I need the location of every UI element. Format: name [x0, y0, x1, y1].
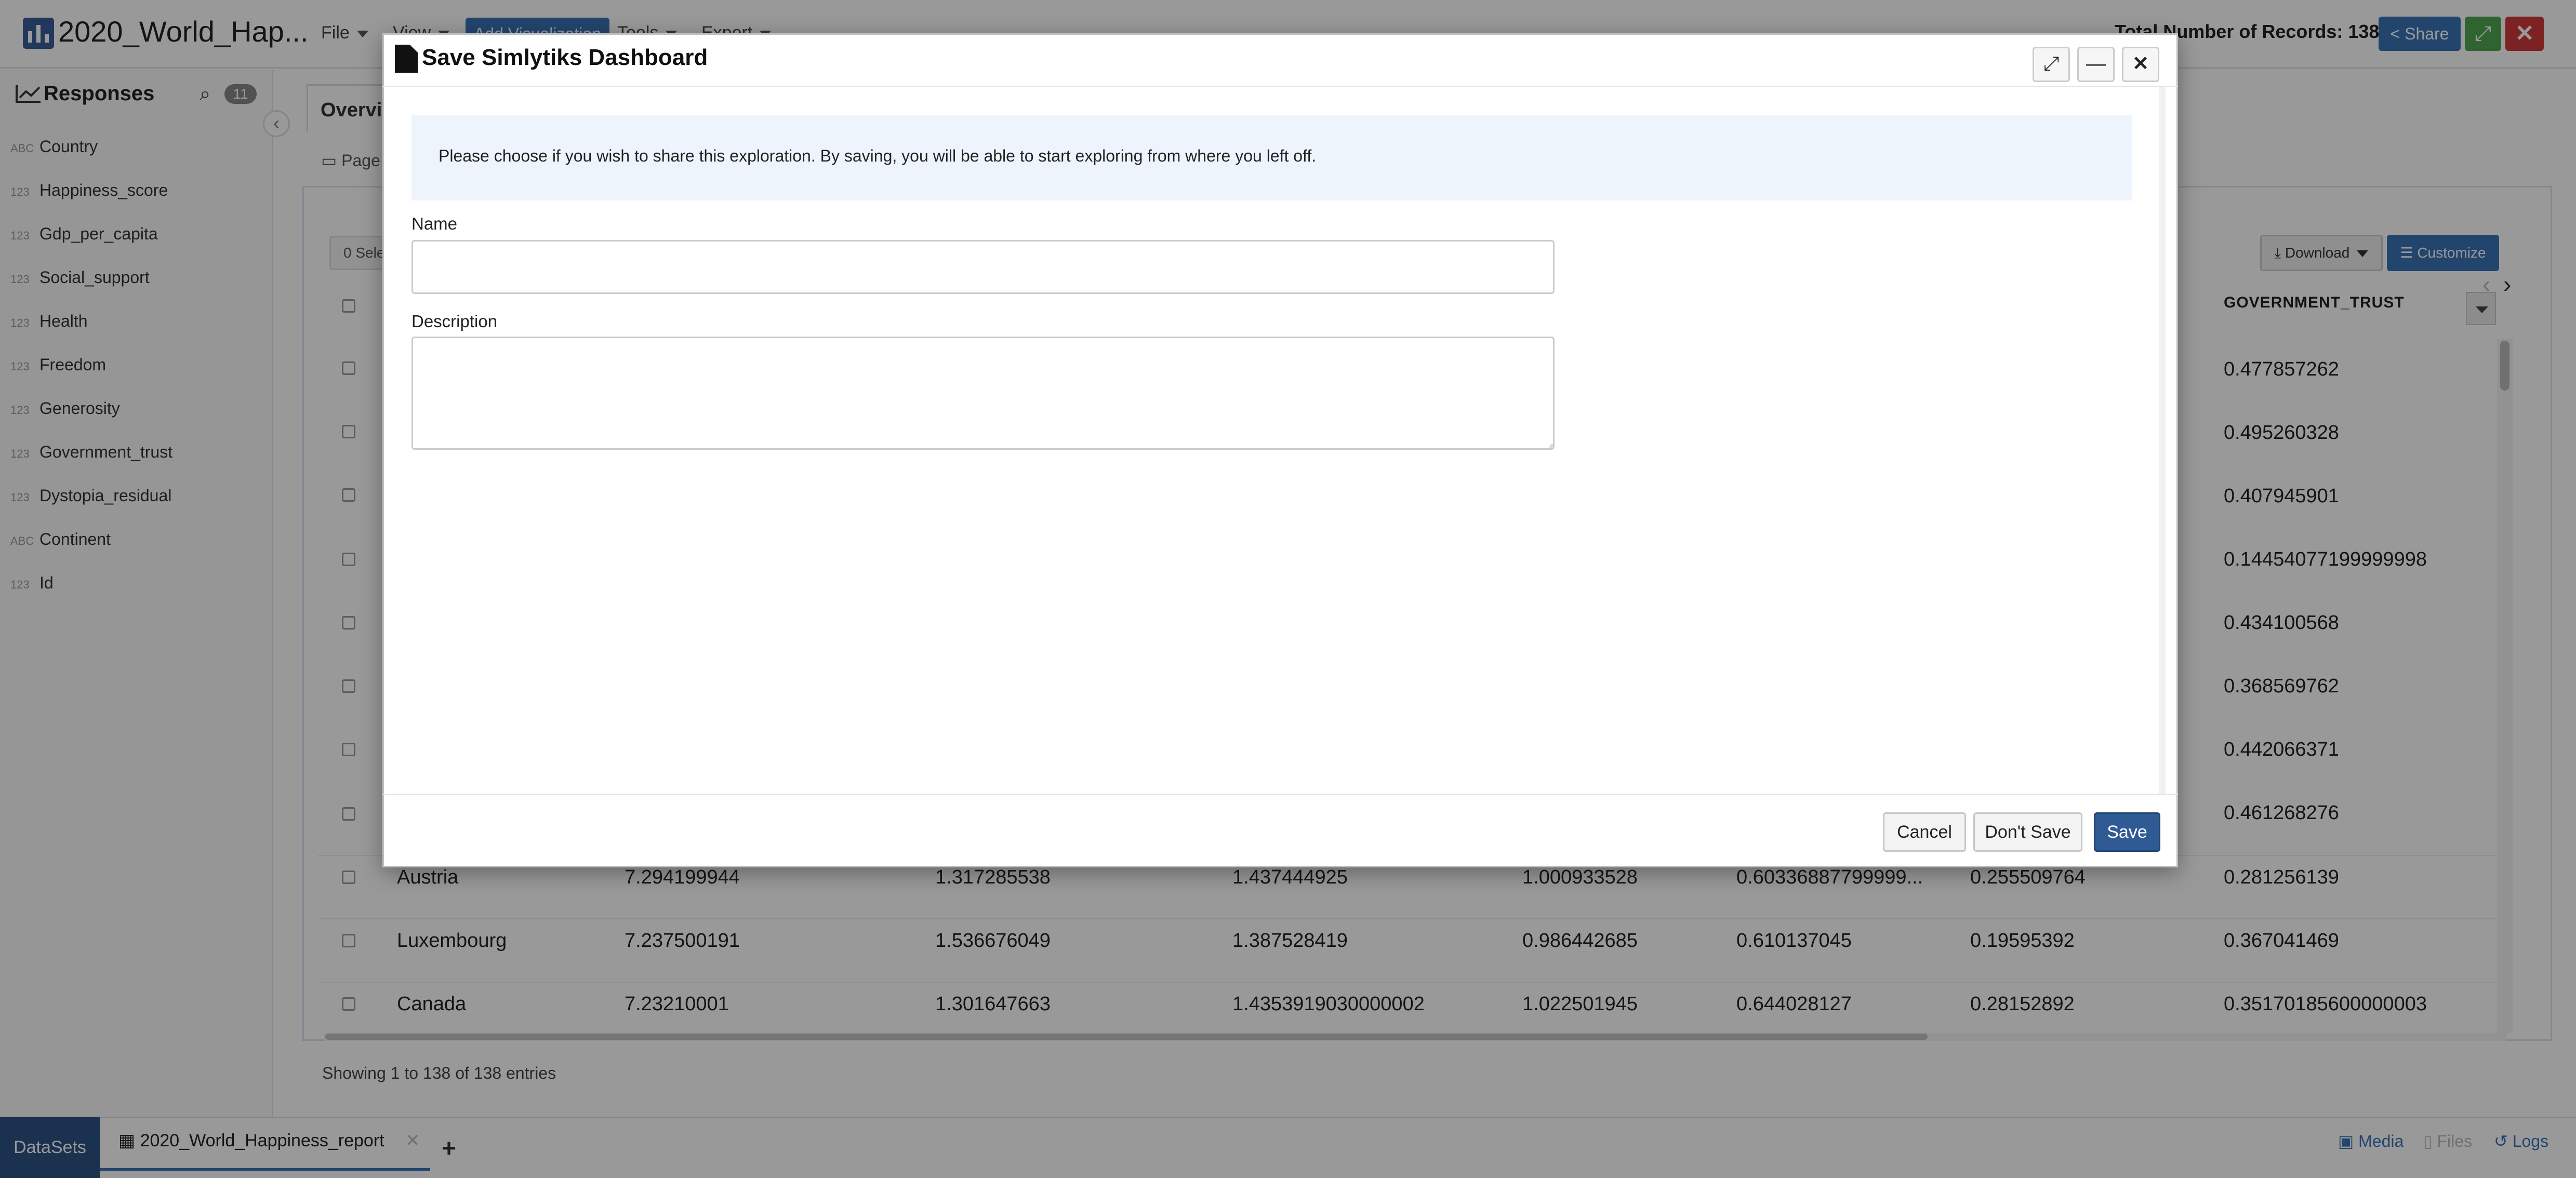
save-button[interactable]: Save	[2094, 812, 2160, 852]
info-text: Please choose if you wish to share this …	[439, 146, 1317, 165]
dialog-footer-divider	[382, 794, 2178, 795]
close-dialog-button[interactable]: ✕	[2122, 47, 2159, 82]
cancel-button[interactable]: Cancel	[1883, 812, 1966, 852]
description-input[interactable]	[411, 337, 1555, 450]
maximize-dialog-button[interactable]: ⤢	[2033, 47, 2070, 82]
dont-save-button[interactable]: Don't Save	[1973, 812, 2082, 852]
dialog-scrollbar[interactable]	[2159, 87, 2166, 794]
minus-icon: —	[2086, 53, 2106, 75]
minimize-dialog-button[interactable]: —	[2077, 47, 2115, 82]
close-icon: ✕	[2132, 53, 2149, 75]
name-input[interactable]	[411, 240, 1555, 294]
description-label: Description	[411, 312, 498, 331]
dialog-title: Save Simlytiks Dashboard	[422, 45, 708, 70]
expand-icon: ⤢	[2043, 53, 2060, 75]
name-label: Name	[411, 214, 458, 233]
